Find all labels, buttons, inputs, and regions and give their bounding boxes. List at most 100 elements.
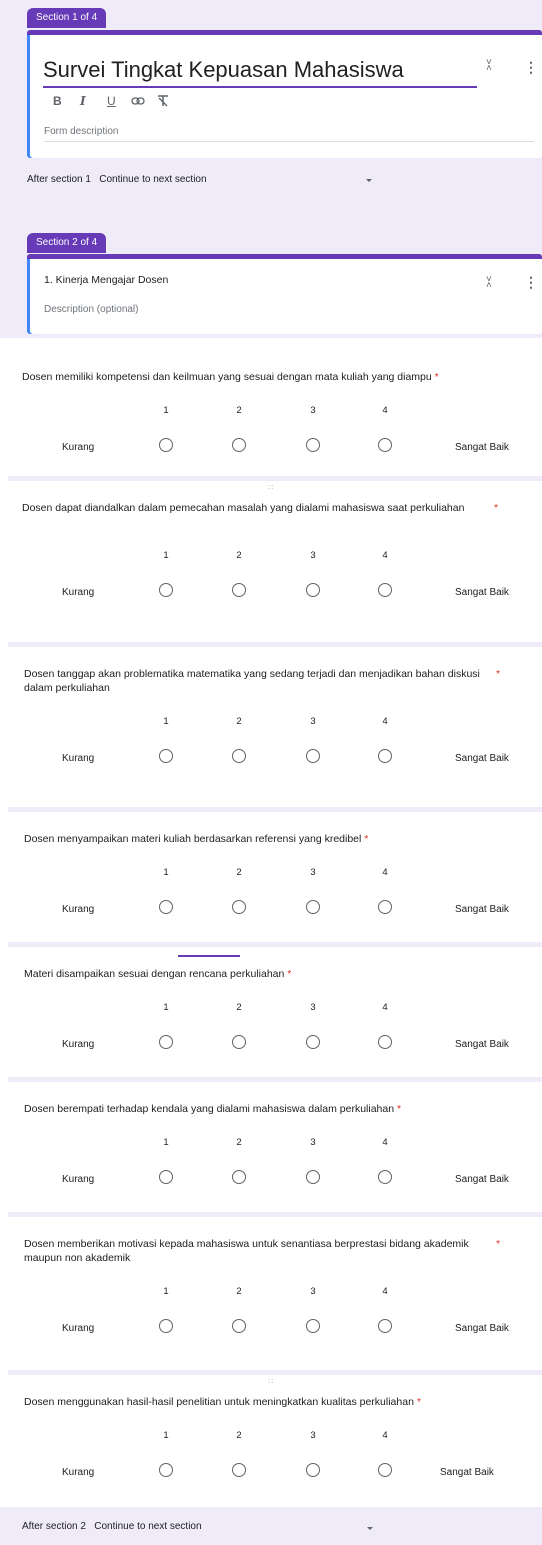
- scale-high-label: Sangat Baik: [455, 442, 509, 453]
- question-text: Dosen memiliki kompetensi dan keilmuan y…: [22, 371, 432, 383]
- scale-number: 4: [382, 1286, 388, 1297]
- scale-low-label: Kurang: [62, 1039, 95, 1050]
- scale-radio-1[interactable]: [159, 1170, 173, 1184]
- scale-low-label: Kurang: [62, 904, 95, 915]
- scale-radio-3[interactable]: [306, 438, 320, 452]
- question-title[interactable]: Materi disampaikan sesuai dengan rencana…: [24, 967, 484, 981]
- scale-high-label: Sangat Baik: [455, 1039, 509, 1050]
- question-separator: [8, 476, 542, 481]
- question-title[interactable]: Dosen memberikan motivasi kepada mahasis…: [24, 1237, 500, 1265]
- scale-radio-2[interactable]: [232, 1170, 246, 1184]
- scale-radio-3[interactable]: [306, 1035, 320, 1049]
- question-title[interactable]: Dosen memiliki kompetensi dan keilmuan y…: [22, 370, 482, 384]
- scale-radio-1[interactable]: [159, 1035, 173, 1049]
- scale-high-label: Sangat Baik: [455, 1174, 509, 1185]
- question-title[interactable]: Dosen menggunakan hasil-hasil penelitian…: [24, 1395, 484, 1409]
- question-text: Dosen dapat diandalkan dalam pemecahan m…: [22, 502, 465, 514]
- scale-radio-4[interactable]: [378, 749, 392, 763]
- scale-number: 1: [163, 716, 169, 727]
- scale-high-label: Sangat Baik: [455, 753, 509, 764]
- scale-number: 4: [382, 1002, 388, 1013]
- scale-radio-4[interactable]: [378, 583, 392, 597]
- required-asterisk: *: [416, 1396, 421, 1408]
- scale-radio-3[interactable]: [306, 749, 320, 763]
- drag-handle-icon[interactable]: ∷: [268, 1377, 274, 1386]
- section-2-header-card[interactable]: [27, 254, 542, 334]
- scale-radio-2[interactable]: [232, 583, 246, 597]
- section-1-header-card[interactable]: [27, 30, 542, 158]
- after-section-1-dropdown[interactable]: Continue to next section: [99, 174, 206, 185]
- scale-high-label: Sangat Baik: [455, 1323, 509, 1334]
- required-asterisk: *: [496, 1238, 501, 1250]
- link-icon[interactable]: [131, 96, 145, 106]
- underline-button[interactable]: U: [107, 94, 116, 108]
- section-1-tab-label: Section 1 of 4: [36, 12, 98, 23]
- dropdown-caret-icon[interactable]: [366, 179, 372, 182]
- scale-number: 3: [310, 1286, 316, 1297]
- required-asterisk: *: [496, 668, 501, 680]
- scale-radio-2[interactable]: [232, 900, 246, 914]
- section-1-tab: Section 1 of 4: [27, 8, 107, 28]
- scale-number: 3: [310, 867, 316, 878]
- scale-radio-2[interactable]: [232, 1463, 246, 1477]
- scale-number: 3: [310, 1430, 316, 1441]
- question-title[interactable]: Dosen tanggap akan problematika matemati…: [24, 667, 500, 695]
- form-title[interactable]: Survei Tingkat Kepuasan Mahasiswa: [43, 57, 404, 83]
- question-text: Dosen memberikan motivasi kepada mahasis…: [24, 1238, 469, 1264]
- scale-number: 1: [163, 550, 169, 561]
- scale-radio-3[interactable]: [306, 1170, 320, 1184]
- scale-radio-4[interactable]: [378, 1463, 392, 1477]
- question-separator: [8, 1212, 542, 1217]
- more-vert-icon[interactable]: ⋮: [524, 275, 538, 289]
- scale-radio-1[interactable]: [159, 900, 173, 914]
- scale-low-label: Kurang: [62, 1467, 95, 1478]
- more-vert-icon[interactable]: ⋮: [524, 60, 538, 74]
- question-title[interactable]: Dosen menyampaikan materi kuliah berdasa…: [24, 832, 484, 846]
- collapse-icon[interactable]: ˅ ˄: [486, 58, 492, 74]
- scale-radio-1[interactable]: [159, 438, 173, 452]
- scale-radio-2[interactable]: [232, 1035, 246, 1049]
- section-2-title[interactable]: 1. Kinerja Mengajar Dosen: [44, 274, 168, 286]
- form-description-field[interactable]: Form description: [44, 126, 118, 137]
- scale-number: 4: [382, 1137, 388, 1148]
- scale-radio-2[interactable]: [232, 1319, 246, 1333]
- scale-number: 4: [382, 405, 388, 416]
- clear-format-icon[interactable]: [156, 94, 170, 107]
- scale-low-label: Kurang: [62, 587, 95, 598]
- dropdown-caret-icon[interactable]: [367, 1527, 373, 1530]
- scale-radio-1[interactable]: [159, 749, 173, 763]
- required-asterisk: *: [287, 968, 292, 980]
- scale-radio-3[interactable]: [306, 1319, 320, 1333]
- italic-button[interactable]: I: [80, 94, 86, 108]
- scale-radio-4[interactable]: [378, 438, 392, 452]
- title-focus-underline: [43, 86, 477, 88]
- question-text: Dosen tanggap akan problematika matemati…: [24, 668, 480, 694]
- question-text: Materi disampaikan sesuai dengan rencana…: [24, 968, 285, 980]
- scale-low-label: Kurang: [62, 753, 95, 764]
- scale-radio-4[interactable]: [378, 1035, 392, 1049]
- scale-radio-4[interactable]: [378, 900, 392, 914]
- scale-radio-4[interactable]: [378, 1319, 392, 1333]
- collapse-icon[interactable]: ˅ ˄: [486, 275, 492, 291]
- scale-radio-3[interactable]: [306, 900, 320, 914]
- question-title[interactable]: Dosen dapat diandalkan dalam pemecahan m…: [22, 501, 498, 515]
- after-section-1-label: After section 1 Continue to next section: [27, 174, 207, 185]
- scale-radio-4[interactable]: [378, 1170, 392, 1184]
- section-2-description-field[interactable]: Description (optional): [44, 304, 139, 315]
- scale-radio-1[interactable]: [159, 583, 173, 597]
- question-title[interactable]: Dosen berempati terhadap kendala yang di…: [24, 1102, 484, 1116]
- section-2-tab: Section 2 of 4: [27, 233, 107, 253]
- drag-handle-icon[interactable]: ∷: [268, 483, 274, 492]
- bold-button[interactable]: B: [53, 94, 62, 108]
- after-section-2-dropdown[interactable]: Continue to next section: [94, 1521, 201, 1532]
- scale-radio-1[interactable]: [159, 1319, 173, 1333]
- scale-radio-2[interactable]: [232, 749, 246, 763]
- scale-number: 2: [236, 867, 242, 878]
- scale-radio-3[interactable]: [306, 1463, 320, 1477]
- question-separator: [8, 642, 542, 647]
- required-asterisk: *: [434, 371, 439, 383]
- scale-radio-2[interactable]: [232, 438, 246, 452]
- scale-radio-3[interactable]: [306, 583, 320, 597]
- required-asterisk: *: [364, 833, 369, 845]
- scale-radio-1[interactable]: [159, 1463, 173, 1477]
